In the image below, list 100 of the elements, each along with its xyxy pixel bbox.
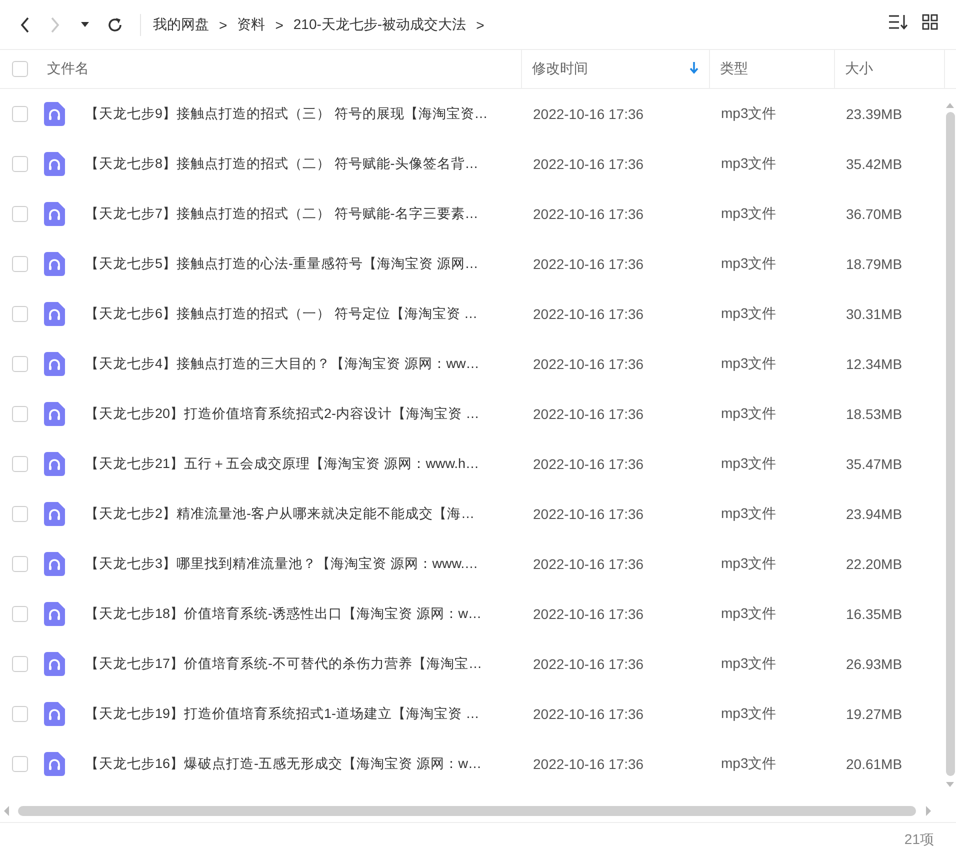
file-name[interactable]: 【天龙七步5】接触点打造的心法-重量感符号【海淘宝资 源网…	[85, 255, 478, 273]
row-checkbox[interactable]	[12, 606, 28, 622]
breadcrumb-separator: >	[219, 16, 228, 32]
row-checkbox[interactable]	[12, 756, 28, 772]
row-checkbox[interactable]	[12, 656, 28, 672]
row-checkbox[interactable]	[12, 406, 28, 422]
audio-file-icon	[44, 752, 65, 776]
audio-file-icon	[44, 302, 65, 326]
breadcrumb-item[interactable]: 资料	[237, 16, 266, 34]
select-all-checkbox[interactable]	[12, 61, 28, 77]
refresh-icon	[107, 16, 123, 32]
audio-file-icon	[44, 152, 65, 176]
modified-time: 2022-10-16 17:36	[532, 456, 645, 472]
row-checkbox[interactable]	[12, 506, 28, 522]
file-name[interactable]: 【天龙七步18】价值培育系统-诱惑性出口【海淘宝资 源网：w…	[85, 605, 482, 623]
row-checkbox[interactable]	[12, 206, 28, 222]
audio-file-icon	[44, 652, 65, 676]
modified-time: 2022-10-16 17:36	[532, 706, 645, 722]
file-type: mp3文件	[720, 755, 778, 773]
breadcrumb-separator: >	[476, 16, 484, 32]
file-size: 20.61MB	[845, 756, 904, 772]
file-size: 18.53MB	[845, 406, 904, 422]
modified-time: 2022-10-16 17:36	[532, 256, 645, 272]
file-name[interactable]: 【天龙七步2】精准流量池-客户从哪来就决定能不能成交【海…	[85, 505, 475, 523]
file-name[interactable]: 【天龙七步4】接触点打造的三大目的？【海淘宝资 源网：ww…	[85, 355, 480, 373]
breadcrumb-item[interactable]: 我的网盘	[153, 16, 209, 34]
file-name[interactable]: 【天龙七步7】接触点打造的招式（二） 符号赋能-名字三要素…	[85, 205, 478, 223]
audio-file-icon	[44, 352, 65, 376]
file-size: 23.39MB	[845, 106, 904, 122]
file-type: mp3文件	[720, 455, 778, 473]
file-size: 23.94MB	[845, 506, 904, 522]
file-type: mp3文件	[720, 105, 778, 123]
file-size: 35.42MB	[845, 156, 904, 172]
file-size: 18.79MB	[845, 256, 904, 272]
file-name[interactable]: 【天龙七步16】爆破点打造-五感无形成交【海淘宝资 源网：w…	[85, 755, 482, 773]
modified-time: 2022-10-16 17:36	[532, 556, 645, 572]
file-name[interactable]: 【天龙七步8】接触点打造的招式（二） 符号赋能-头像签名背…	[85, 155, 478, 173]
modified-time: 2022-10-16 17:36	[532, 156, 645, 172]
file-name[interactable]: 【天龙七步17】价值培育系统-不可替代的杀伤力营养【海淘宝…	[85, 655, 482, 673]
file-type: mp3文件	[720, 605, 778, 623]
file-size: 26.93MB	[845, 656, 904, 672]
breadcrumb-item[interactable]: 210-天龙七步-被动成交大法	[293, 16, 466, 34]
audio-file-icon	[44, 452, 65, 476]
row-checkbox[interactable]	[12, 356, 28, 372]
file-type: mp3文件	[720, 655, 778, 673]
modified-time: 2022-10-16 17:36	[532, 756, 645, 772]
column-header[interactable]: 文件名	[47, 60, 89, 78]
item-count: 21项	[904, 830, 934, 848]
audio-file-icon	[44, 502, 65, 526]
row-checkbox[interactable]	[12, 256, 28, 272]
modified-time: 2022-10-16 17:36	[532, 206, 645, 222]
file-size: 36.70MB	[845, 206, 904, 222]
file-size: 35.47MB	[845, 456, 904, 472]
modified-time: 2022-10-16 17:36	[532, 106, 645, 122]
audio-file-icon	[44, 402, 65, 426]
file-size: 19.27MB	[845, 706, 904, 722]
modified-time: 2022-10-16 17:36	[532, 306, 645, 322]
file-type: mp3文件	[720, 555, 778, 573]
audio-file-icon	[44, 552, 65, 576]
row-checkbox[interactable]	[12, 706, 28, 722]
row-checkbox[interactable]	[12, 456, 28, 472]
file-name[interactable]: 【天龙七步6】接触点打造的招式（一） 符号定位【海淘宝资 …	[85, 305, 478, 323]
file-type: mp3文件	[720, 305, 778, 323]
modified-time: 2022-10-16 17:36	[532, 356, 645, 372]
file-name[interactable]: 【天龙七步20】打造价值培育系统招式2-内容设计【海淘宝资 …	[85, 405, 480, 423]
file-name[interactable]: 【天龙七步3】哪里找到精准流量池？【海淘宝资 源网：www.…	[85, 555, 478, 573]
chevron-left-icon	[20, 16, 30, 32]
row-checkbox[interactable]	[12, 156, 28, 172]
column-header[interactable]: 大小	[845, 60, 873, 78]
modified-time: 2022-10-16 17:36	[532, 656, 645, 672]
column-header[interactable]: 修改时间	[532, 60, 588, 78]
file-size: 22.20MB	[845, 556, 904, 572]
file-name[interactable]: 【天龙七步9】接触点打造的招式（三） 符号的展现【海淘宝资…	[85, 105, 488, 123]
audio-file-icon	[44, 202, 65, 226]
file-type: mp3文件	[720, 705, 778, 723]
file-type: mp3文件	[720, 355, 778, 373]
file-size: 16.35MB	[845, 606, 904, 622]
file-name[interactable]: 【天龙七步21】五行＋五会成交原理【海淘宝资 源网：www.h…	[85, 455, 480, 473]
file-type: mp3文件	[720, 205, 778, 223]
file-type: mp3文件	[720, 505, 778, 523]
modified-time: 2022-10-16 17:36	[532, 406, 645, 422]
audio-file-icon	[44, 602, 65, 626]
row-checkbox[interactable]	[12, 106, 28, 122]
audio-file-icon	[44, 102, 65, 126]
file-type: mp3文件	[720, 405, 778, 423]
file-type: mp3文件	[720, 255, 778, 273]
row-checkbox[interactable]	[12, 556, 28, 572]
chevron-right-icon	[50, 16, 60, 32]
file-size: 12.34MB	[845, 356, 904, 372]
audio-file-icon	[44, 702, 65, 726]
breadcrumb-separator: >	[275, 16, 284, 32]
caret-icon	[81, 22, 89, 28]
file-size: 30.31MB	[845, 306, 904, 322]
modified-time: 2022-10-16 17:36	[532, 606, 645, 622]
modified-time: 2022-10-16 17:36	[532, 506, 645, 522]
file-type: mp3文件	[720, 155, 778, 173]
file-name[interactable]: 【天龙七步19】打造价值培育系统招式1-道场建立【海淘宝资 …	[85, 705, 480, 723]
column-header[interactable]: 类型	[720, 60, 748, 78]
row-checkbox[interactable]	[12, 306, 28, 322]
audio-file-icon	[44, 252, 65, 276]
